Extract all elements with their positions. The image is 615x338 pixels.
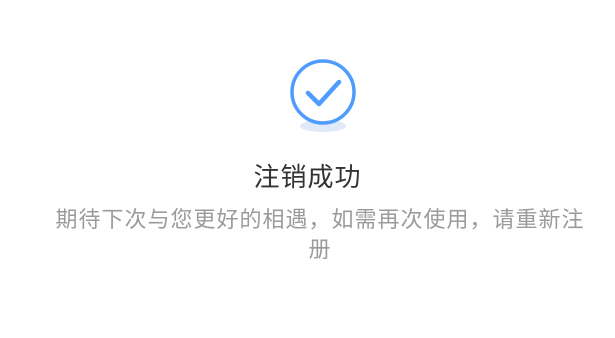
check-circle-icon [281, 52, 365, 136]
deregistration-success-screen: 注销成功 期待下次与您更好的相遇，如需再次使用，请重新注册 [0, 0, 615, 338]
status-message: 期待下次与您更好的相遇，如需再次使用，请重新注册 [55, 208, 585, 263]
status-title: 注销成功 [253, 163, 362, 193]
